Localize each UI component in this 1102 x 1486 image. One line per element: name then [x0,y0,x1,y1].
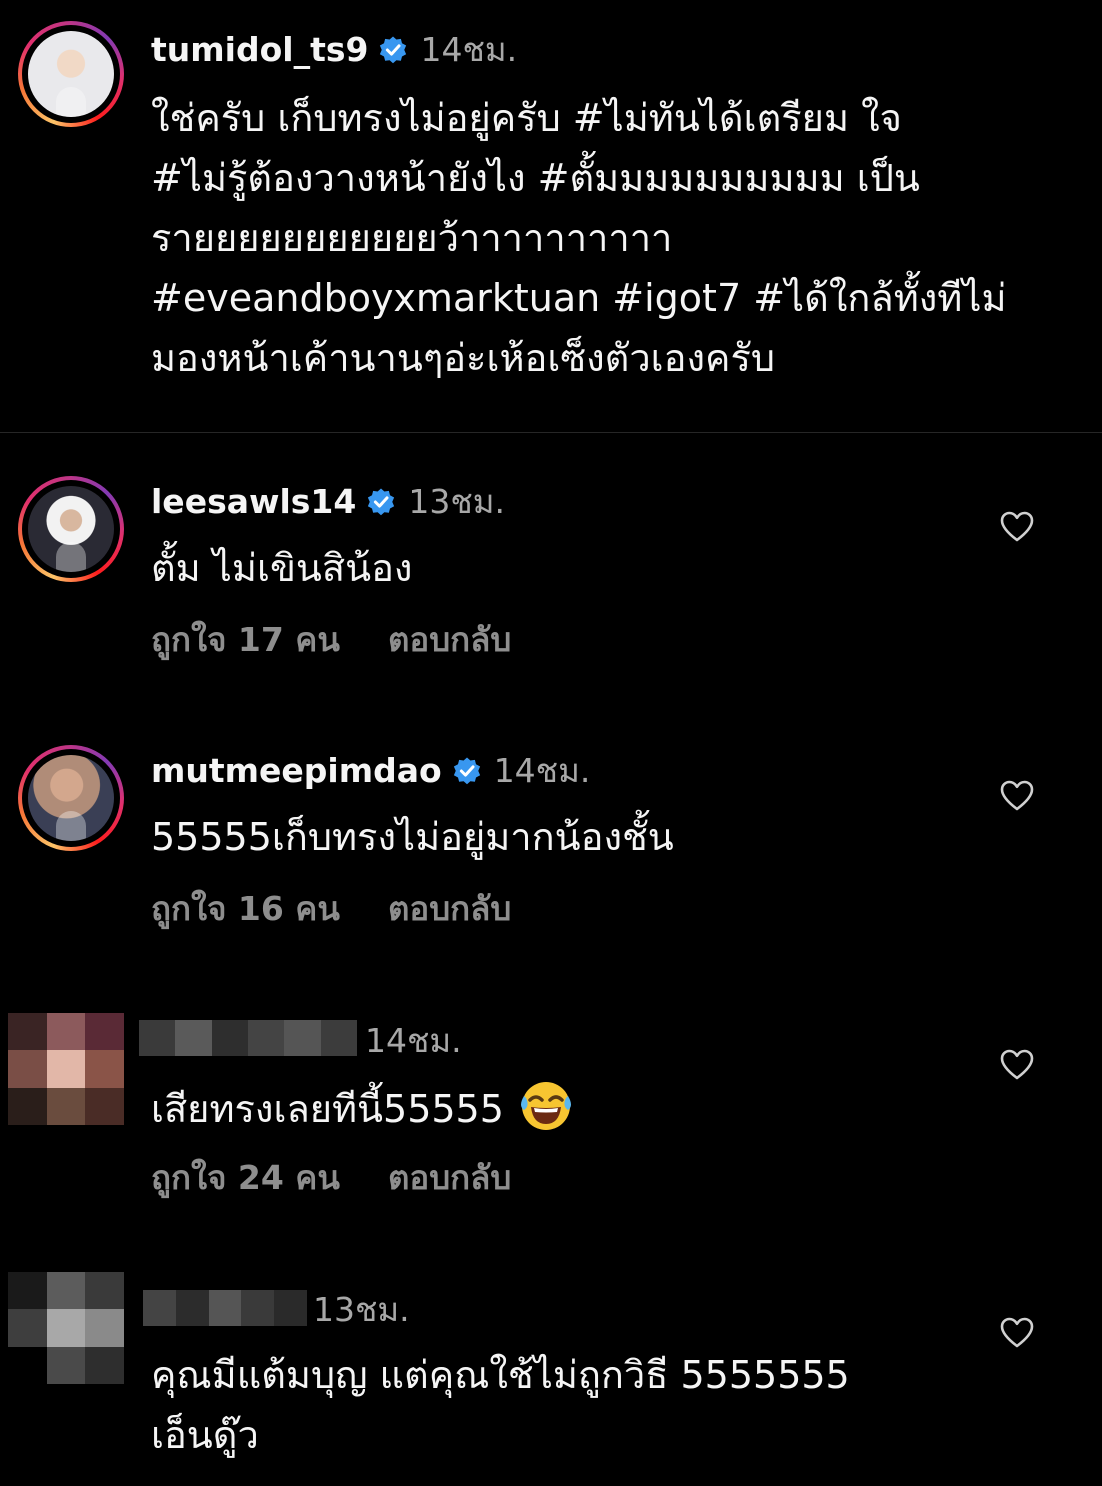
like-count[interactable]: ถูกใจ 24 คน [151,1158,340,1197]
caption-text-line: #eveandboyxmarktuan #igot7 #ได้ใกล้ทั้งท… [151,276,1007,320]
caption-text-line: มองหน้าเค้านานๆอ่ะเห้อเซ็งตัวเองครับ [151,336,775,380]
reply-button[interactable]: ตอบกลับ [388,620,511,659]
commenter-avatar[interactable] [18,476,124,582]
comment-username[interactable]: mutmeepimdao [151,751,442,791]
author-avatar[interactable] [18,21,124,127]
comment-username-row: leesawls14 13ชม. [151,482,505,522]
heart-outline-icon[interactable] [1000,780,1034,812]
caption-username-row: tumidol_ts9 14ชม. [151,30,517,70]
verified-badge-icon [380,36,407,64]
comment-time: 13ชม. [313,1290,410,1329]
caption-text-line: #ไม่รู้ต้องวางหน้ายังไง #ตั้มมมมมมมมมม เ… [151,156,920,200]
like-count[interactable]: ถูกใจ 16 คน [151,889,340,928]
commenter-avatar-pixelated[interactable] [8,1013,124,1125]
blurred-username [143,1290,307,1326]
comment-username[interactable]: leesawls14 [151,482,356,522]
caption-username[interactable]: tumidol_ts9 [151,30,368,70]
verified-badge-icon [453,757,480,785]
divider [0,432,1102,433]
laughing-emoji-icon [520,1082,571,1130]
verified-badge-icon [368,488,395,516]
comment-text-content: เสียทรงเลยทีนี้55555 [151,1087,504,1131]
comment-time: 14ชม. [365,1021,462,1060]
comment-text: ตั้ม ไม่เขินสิน้อง [151,546,413,590]
commenter-avatar-pixelated[interactable] [8,1272,124,1384]
comment-text-line: เอ็นดู๊ว [151,1413,259,1457]
heart-outline-icon[interactable] [1000,1317,1034,1349]
heart-outline-icon[interactable] [1000,1049,1034,1081]
reply-button[interactable]: ตอบกลับ [388,889,511,928]
comment-username-row: mutmeepimdao 14ชม. [151,751,590,791]
like-count[interactable]: ถูกใจ 17 คน [151,620,340,659]
heart-outline-icon[interactable] [1000,511,1034,543]
commenter-avatar[interactable] [18,745,124,851]
caption-text-line: ใช่ครับ เก็บทรงไม่อยู่ครับ #ไม่ทันได้เตร… [151,96,902,140]
reply-button[interactable]: ตอบกลับ [388,1158,511,1197]
comment-text-line: คุณมีแต้มบุญ แต่คุณใช้ไม่ถูกวิธี 5555555 [151,1353,850,1397]
comment-time: 13ชม. [408,482,505,521]
caption-time: 14ชม. [420,30,518,69]
comment-meta: ถูกใจ 16 คน ตอบกลับ [151,887,511,931]
caption-text-line: รายยยยยยยยยยยว้าาาาาาาาาา [151,216,673,260]
blurred-username [139,1020,357,1056]
comment-meta: ถูกใจ 24 คน ตอบกลับ [151,1156,511,1200]
post-caption: tumidol_ts9 14ชม. ใช่ครับ เก็บทรงไม่อยู่… [0,0,1102,432]
comment-text: 55555เก็บทรงไม่อยู่มากน้องชั้น [151,815,674,859]
comment-time: 14ชม. [493,751,591,790]
comment-meta: ถูกใจ 17 คน ตอบกลับ [151,618,511,662]
comment-text: เสียทรงเลยทีนี้55555 [151,1076,574,1139]
